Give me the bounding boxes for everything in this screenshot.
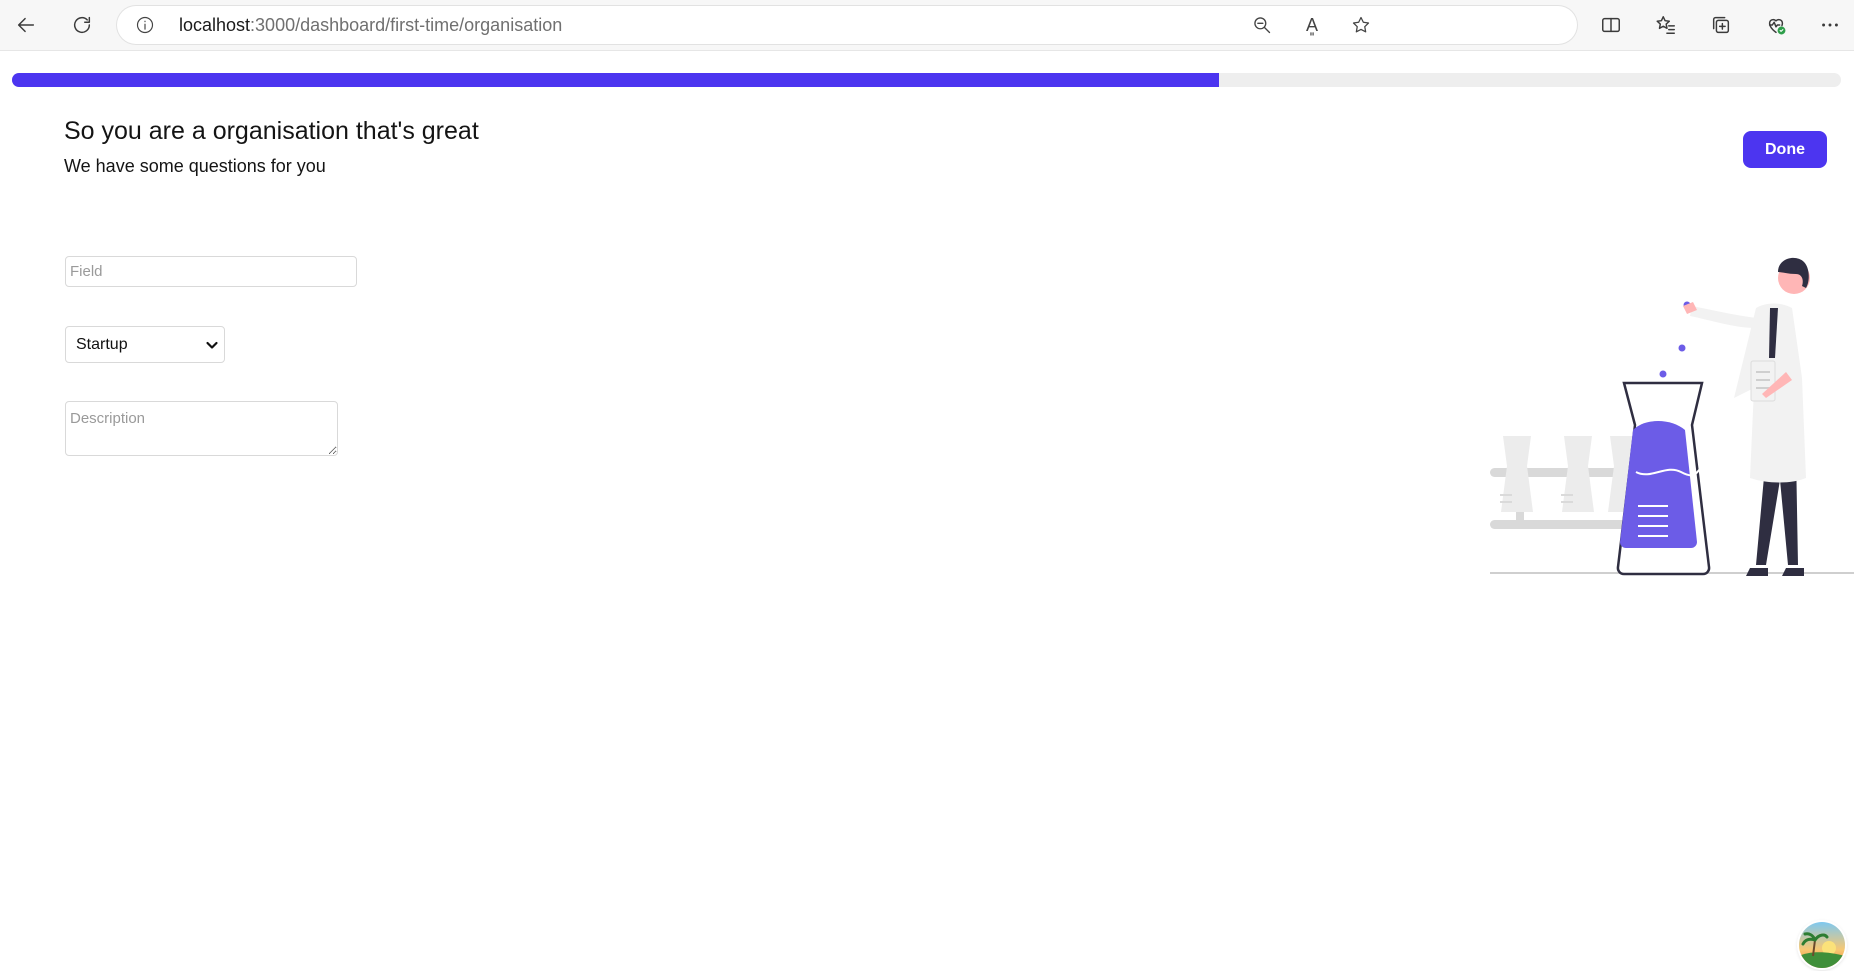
read-aloud-icon: A͈ [1305,14,1318,35]
done-button[interactable]: Done [1743,131,1827,168]
read-aloud-button[interactable]: A͈ [1298,11,1326,39]
url-text[interactable]: localhost:3000/dashboard/first-time/orga… [179,15,562,36]
address-bar[interactable]: localhost:3000/dashboard/first-time/orga… [117,6,1577,44]
browser-toolbar: localhost:3000/dashboard/first-time/orga… [0,0,1854,51]
refresh-icon [73,16,91,34]
favorite-button[interactable] [1347,11,1375,39]
heart-health-icon [1768,18,1786,35]
progress-bar-fill [12,73,1220,87]
organisation-type-value: Startup [76,336,128,353]
zoom-out-icon [1254,17,1271,34]
browser-essentials-button[interactable] [1760,9,1792,41]
onboarding-progress-bar [12,73,1841,87]
collections-icon [1712,16,1730,34]
more-menu-button[interactable] [1814,9,1846,41]
chevron-down-icon [204,337,220,353]
star-icon [1352,16,1370,33]
page-subtitle: We have some questions for you [64,156,326,176]
collections-button[interactable] [1705,9,1737,41]
field-input[interactable] [65,256,357,287]
description-textarea[interactable] [65,401,338,456]
page-title: So you are a organisation that's great [64,117,479,145]
tropical-island-icon [1799,922,1845,968]
organisation-type-select[interactable]: Startup [65,326,225,363]
site-info-icon[interactable] [133,13,157,37]
refresh-button[interactable] [66,9,98,41]
more-dots-icon [1822,23,1838,27]
favorites-list-icon [1656,16,1675,34]
favorites-button[interactable] [1650,9,1682,41]
zoom-out-button[interactable] [1248,11,1276,39]
scientist-illustration [1490,257,1854,576]
corner-avatar[interactable] [1799,922,1845,968]
split-screen-button[interactable] [1595,9,1627,41]
back-arrow-icon [17,17,35,33]
split-screen-icon [1602,17,1620,33]
back-button[interactable] [10,9,42,41]
